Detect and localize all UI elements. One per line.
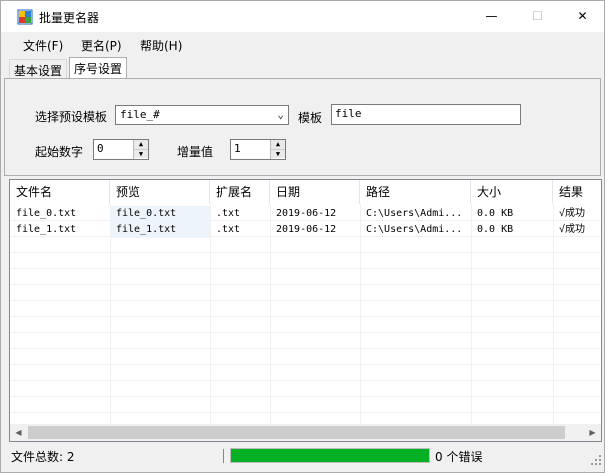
col-filename[interactable]: 文件名	[10, 180, 110, 204]
minimize-button[interactable]: —	[469, 1, 514, 32]
start-spin-buttons: ▲ ▼	[133, 140, 148, 159]
chevron-down-icon[interactable]: ⌄	[277, 108, 284, 121]
grid-line	[10, 380, 601, 381]
window-title: 批量更名器	[39, 11, 100, 25]
main-window: 批量更名器 — ☐ ✕ 文件(F) 更名(P) 帮助(H) 基本设置 序号设置 …	[0, 0, 605, 473]
close-button[interactable]: ✕	[560, 1, 605, 32]
increment-stepper[interactable]: 1 ▲ ▼	[230, 139, 286, 160]
grid-line	[360, 204, 361, 441]
cell-path: C:\Users\Admi...	[366, 224, 463, 235]
col-date[interactable]: 日期	[270, 180, 360, 204]
grid-line	[553, 204, 554, 441]
grid-line	[10, 364, 601, 365]
resize-grip-icon[interactable]	[590, 454, 602, 466]
maximize-button[interactable]: ☐	[515, 1, 560, 32]
increment-value: 1	[234, 142, 241, 155]
grid-line	[10, 348, 601, 349]
cell-path: C:\Users\Admi...	[366, 208, 463, 219]
cell-result: √成功	[559, 208, 586, 219]
cell-filename: file_1.txt	[16, 224, 77, 235]
spin-down-icon[interactable]: ▼	[134, 149, 148, 158]
cell-size: 0.0 KB	[477, 208, 514, 219]
grid-line	[10, 284, 601, 285]
status-separator	[223, 449, 224, 463]
col-preview[interactable]: 预览	[110, 180, 210, 204]
start-number-label: 起始数字	[35, 145, 84, 159]
increment-label: 增量值	[177, 145, 214, 159]
cell-extension: .txt	[216, 224, 241, 235]
cell-date: 2019-06-12	[276, 208, 337, 219]
start-number-stepper[interactable]: 0 ▲ ▼	[93, 139, 149, 160]
menu-file[interactable]: 文件(F)	[23, 37, 63, 54]
grid-line	[10, 316, 601, 317]
grid-line	[10, 332, 601, 333]
cell-extension: .txt	[216, 208, 241, 219]
status-bar: 文件总数: 2 0 个错误	[1, 444, 604, 468]
grid-line	[270, 204, 271, 441]
tab-sequence-settings[interactable]: 序号设置	[69, 57, 128, 79]
spin-up-icon[interactable]: ▲	[271, 140, 285, 149]
grid-line	[210, 204, 211, 441]
start-number-value: 0	[97, 142, 104, 155]
cell-preview: file_0.txt	[110, 206, 210, 222]
grid-line	[110, 204, 111, 441]
template-label: 模板	[298, 111, 323, 125]
table-row[interactable]: file_0.txt file_0.txt .txt 2019-06-12 C:…	[10, 206, 601, 222]
col-result[interactable]: 结果	[553, 180, 601, 204]
table-row[interactable]: file_1.txt file_1.txt .txt 2019-06-12 C:…	[10, 222, 601, 238]
preset-label: 选择预设模板	[35, 110, 108, 124]
grid-line	[10, 412, 601, 413]
cell-preview: file_1.txt	[110, 222, 210, 238]
cell-filename: file_0.txt	[16, 208, 77, 219]
app-icon	[17, 9, 33, 25]
cell-date: 2019-06-12	[276, 224, 337, 235]
list-header: 文件名 预览 扩展名 日期 路径 大小 结果	[10, 180, 601, 204]
preset-select[interactable]: file_# ⌄	[115, 105, 289, 125]
menu-help[interactable]: 帮助(H)	[140, 37, 182, 54]
error-count: 0 个错误	[435, 450, 483, 464]
grid-line	[10, 300, 601, 301]
menu-bar: 文件(F) 更名(P) 帮助(H)	[1, 32, 604, 56]
title-bar[interactable]: 批量更名器 — ☐ ✕	[1, 1, 604, 32]
scroll-left-icon[interactable]: ◀	[10, 424, 27, 441]
spin-up-icon[interactable]: ▲	[134, 140, 148, 149]
progress-fill	[231, 449, 429, 462]
preset-value: file_#	[120, 108, 160, 121]
col-extension[interactable]: 扩展名	[210, 180, 270, 204]
sequence-settings-panel: 选择预设模板 file_# ⌄ 模板 file 起始数字 0 ▲ ▼ 增量值 1…	[4, 78, 601, 176]
spin-down-icon[interactable]: ▼	[271, 149, 285, 158]
cell-size: 0.0 KB	[477, 224, 514, 235]
template-input[interactable]: file	[331, 104, 521, 125]
increment-spin-buttons: ▲ ▼	[270, 140, 285, 159]
tab-strip: 基本设置 序号设置	[1, 57, 604, 79]
grid-line	[10, 252, 601, 253]
menu-rename[interactable]: 更名(P)	[81, 37, 122, 54]
col-path[interactable]: 路径	[360, 180, 471, 204]
file-list[interactable]: 文件名 预览 扩展名 日期 路径 大小 结果 file_0.txt file_0…	[9, 179, 602, 442]
col-size[interactable]: 大小	[471, 180, 553, 204]
file-count: 文件总数: 2	[11, 450, 75, 464]
progress-bar	[230, 448, 430, 463]
scroll-right-icon[interactable]: ▶	[584, 424, 601, 441]
grid-line	[471, 204, 472, 441]
grid-line	[10, 396, 601, 397]
cell-result: √成功	[559, 224, 586, 235]
tab-basic-settings[interactable]: 基本设置	[9, 59, 68, 79]
scroll-thumb[interactable]	[28, 426, 565, 439]
grid-line	[10, 268, 601, 269]
horizontal-scrollbar[interactable]: ◀ ▶	[10, 424, 601, 441]
